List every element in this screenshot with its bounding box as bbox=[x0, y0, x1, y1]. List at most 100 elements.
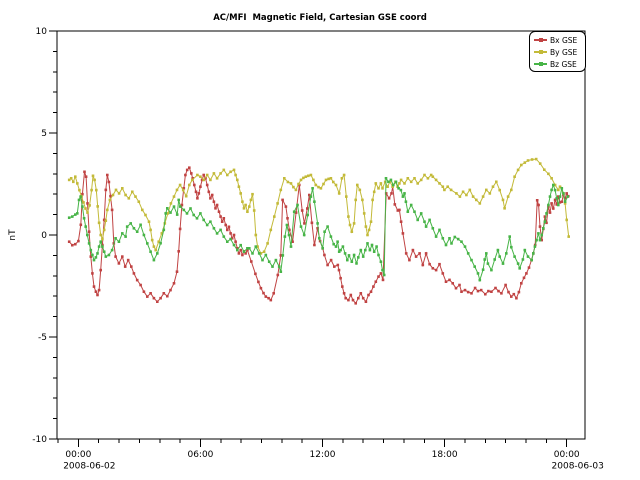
data-point-marker bbox=[76, 182, 79, 185]
data-point-marker bbox=[290, 182, 293, 185]
y-tick-label: 10 bbox=[36, 27, 48, 37]
legend-entry-by: By GSE bbox=[534, 46, 585, 58]
data-point-marker bbox=[438, 263, 441, 266]
data-point-marker bbox=[108, 181, 111, 184]
data-point-marker bbox=[373, 250, 376, 253]
data-point-marker bbox=[270, 299, 273, 302]
data-point-marker bbox=[450, 242, 453, 245]
data-point-marker bbox=[202, 219, 205, 222]
data-point-marker bbox=[223, 235, 226, 238]
y-tick-label: -10 bbox=[32, 435, 47, 445]
data-point-marker bbox=[498, 189, 501, 192]
data-point-marker bbox=[367, 294, 370, 297]
data-point-marker bbox=[255, 234, 258, 237]
data-point-marker bbox=[403, 182, 406, 185]
data-point-marker bbox=[381, 269, 384, 272]
data-point-marker bbox=[357, 297, 360, 300]
data-point-marker bbox=[341, 285, 344, 288]
data-point-marker bbox=[284, 235, 287, 238]
data-point-marker bbox=[366, 234, 369, 237]
data-point-marker bbox=[93, 285, 96, 288]
data-point-marker bbox=[442, 237, 445, 240]
data-point-marker bbox=[539, 162, 542, 165]
data-point-marker bbox=[226, 240, 229, 243]
data-point-marker bbox=[351, 260, 354, 263]
y-tick-label: 5 bbox=[41, 129, 47, 139]
data-point-marker bbox=[151, 239, 154, 242]
data-point-marker bbox=[169, 289, 172, 292]
data-point-marker bbox=[311, 187, 314, 190]
data-point-marker bbox=[432, 175, 435, 178]
data-point-marker bbox=[83, 171, 86, 174]
data-point-marker bbox=[413, 177, 416, 180]
data-point-marker bbox=[435, 269, 438, 272]
x-date-label: 2008-06-03 bbox=[552, 462, 604, 472]
data-point-marker bbox=[96, 252, 99, 255]
data-point-marker bbox=[371, 244, 374, 247]
series-line-bz-gse bbox=[69, 178, 568, 280]
data-point-marker bbox=[268, 260, 271, 263]
x-tick-label: 06:00 bbox=[187, 450, 213, 460]
data-point-marker bbox=[539, 239, 542, 242]
data-point-marker bbox=[536, 199, 539, 202]
data-point-marker bbox=[347, 299, 350, 302]
plot-frame bbox=[57, 31, 585, 439]
data-point-marker bbox=[229, 232, 232, 235]
data-point-marker bbox=[507, 195, 510, 198]
data-point-marker bbox=[345, 195, 348, 198]
data-point-marker bbox=[435, 179, 438, 182]
data-point-marker bbox=[351, 230, 354, 233]
data-point-marker bbox=[479, 202, 482, 205]
data-point-marker bbox=[95, 189, 98, 192]
data-point-marker bbox=[371, 199, 374, 202]
data-point-marker bbox=[398, 182, 401, 185]
data-point-marker bbox=[96, 294, 99, 297]
data-point-marker bbox=[88, 242, 91, 245]
data-point-marker bbox=[373, 191, 376, 194]
data-point-marker bbox=[438, 229, 441, 232]
data-point-marker bbox=[216, 177, 219, 180]
data-point-marker bbox=[460, 290, 463, 293]
data-point-marker bbox=[527, 159, 530, 162]
data-point-marker bbox=[561, 200, 564, 203]
data-point-marker bbox=[323, 230, 326, 233]
data-point-marker bbox=[250, 260, 253, 263]
data-point-marker bbox=[208, 191, 211, 194]
data-point-marker bbox=[134, 195, 137, 198]
data-point-marker bbox=[182, 189, 185, 192]
magnetic-field-plot: -10-50510nT00:002008-06-0206:0012:0018:0… bbox=[0, 0, 640, 480]
data-point-marker bbox=[179, 184, 182, 187]
data-point-marker bbox=[311, 222, 314, 225]
data-point-marker bbox=[462, 191, 465, 194]
data-point-marker bbox=[477, 272, 480, 275]
data-point-marker bbox=[380, 272, 383, 275]
data-point-marker bbox=[300, 179, 303, 182]
data-point-marker bbox=[166, 295, 169, 298]
data-point-marker bbox=[470, 292, 473, 295]
legend-box: Bx GSE By GSE Bz GSE bbox=[529, 31, 586, 72]
data-point-marker bbox=[80, 224, 83, 227]
data-point-marker bbox=[95, 290, 98, 293]
data-point-marker bbox=[307, 175, 310, 178]
data-point-marker bbox=[423, 220, 426, 223]
data-point-marker bbox=[92, 175, 95, 178]
data-point-marker bbox=[330, 259, 333, 262]
legend-entry-bz: Bz GSE bbox=[534, 58, 585, 70]
data-point-marker bbox=[99, 234, 102, 237]
chart-window: -10-50510nT00:002008-06-0206:0012:0018:0… bbox=[0, 0, 640, 480]
data-point-marker bbox=[146, 295, 149, 298]
data-point-marker bbox=[341, 177, 344, 180]
data-point-marker bbox=[566, 195, 569, 198]
data-point-marker bbox=[372, 285, 375, 288]
data-point-marker bbox=[535, 158, 538, 161]
data-point-marker bbox=[144, 214, 147, 217]
data-point-marker bbox=[338, 269, 341, 272]
data-point-marker bbox=[469, 189, 472, 192]
data-point-marker bbox=[416, 182, 419, 185]
data-point-marker bbox=[339, 277, 342, 280]
data-point-marker bbox=[513, 293, 516, 296]
data-point-marker bbox=[497, 290, 500, 293]
y-tick-label: -5 bbox=[38, 333, 47, 343]
data-point-marker bbox=[275, 259, 278, 262]
data-point-marker bbox=[248, 247, 251, 250]
